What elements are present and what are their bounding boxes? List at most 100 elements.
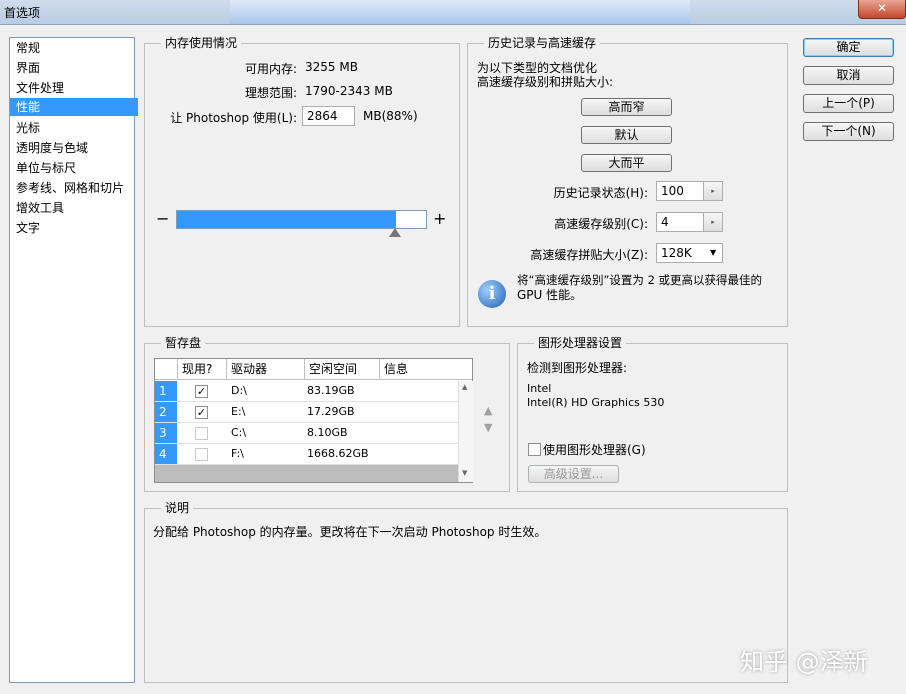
row-drive: F:\ [231, 447, 244, 460]
cache-tile-size-value: 128K [661, 246, 692, 260]
close-button[interactable]: ✕ [858, 0, 906, 19]
header-active: 现用? [178, 359, 227, 379]
cache-intro-line2: 高速缓存级别和拼贴大小: [477, 75, 614, 89]
info-text-line2: GPU 性能。 [517, 288, 583, 302]
cache-levels-label: 高速缓存级别(C): [554, 217, 648, 231]
cache-tile-size-select[interactable]: 128K ▼ [656, 243, 723, 263]
row-active-checkbox[interactable] [195, 448, 208, 461]
table-header: 现用? 驱动器 空闲空间 信息 [155, 359, 472, 380]
row-free-space: 1668.62GB [307, 447, 369, 460]
row-free-space: 17.29GB [307, 405, 355, 418]
row-number: 3 [155, 423, 177, 443]
sidebar-item-guides-grid[interactable]: 参考线、网格和切片 [14, 179, 134, 197]
history-states-input[interactable]: 100 [656, 181, 706, 201]
cache-tile-size-label: 高速缓存拼贴大小(Z): [530, 248, 648, 262]
gpu-settings-group: 图形处理器设置 检测到图形处理器: Intel Intel(R) HD Grap… [517, 336, 788, 492]
memory-use-input[interactable]: 2864 [302, 106, 355, 126]
row-active-checkbox[interactable]: ✓ [195, 385, 208, 398]
close-icon: ✕ [876, 1, 888, 15]
memory-slider-thumb[interactable] [389, 228, 401, 237]
table-scrollbar[interactable]: ▲ ▼ [458, 381, 473, 482]
info-icon: i [478, 280, 506, 308]
sidebar-item-plugins[interactable]: 增效工具 [14, 199, 134, 217]
title-bar-glow [230, 0, 690, 24]
row-free-space: 8.10GB [307, 426, 348, 439]
table-row[interactable]: 4 F:\ 1668.62GB [155, 444, 458, 465]
history-states-label: 历史记录状态(H): [553, 186, 648, 200]
let-photoshop-use-label: 让 Photoshop 使用(L): [170, 111, 297, 125]
sidebar-item-units-rulers[interactable]: 单位与标尺 [14, 159, 134, 177]
ideal-range-label: 理想范围: [244, 86, 297, 100]
history-cache-group: 历史记录与高速缓存 为以下类型的文档优化 高速缓存级别和拼贴大小: 高而窄 默认… [467, 36, 788, 327]
next-button[interactable]: 下一个(N) [803, 122, 894, 141]
big-flat-button[interactable]: 大而平 [581, 154, 672, 172]
window-title: 首选项 [4, 6, 41, 20]
header-free-space: 空闲空间 [305, 359, 380, 379]
watermark: 知乎 @泽新 [740, 648, 868, 676]
row-drive: D:\ [231, 384, 247, 397]
memory-usage-label: 内存使用情况 [161, 36, 242, 50]
header-info: 信息 [384, 362, 409, 376]
move-up-icon[interactable]: ▲ [484, 404, 492, 417]
memory-slider-track[interactable] [176, 210, 427, 229]
scroll-up-icon[interactable]: ▲ [462, 383, 467, 391]
sidebar-item-file-handling[interactable]: 文件处理 [14, 79, 134, 97]
chevron-down-icon: ▼ [710, 248, 717, 257]
row-free-space: 83.19GB [307, 384, 355, 397]
row-active-checkbox[interactable]: ✓ [195, 406, 208, 419]
tall-thin-button[interactable]: 高而窄 [581, 98, 672, 116]
sidebar: 常规 界面 文件处理 性能 光标 透明度与色域 单位与标尺 参考线、网格和切片 … [9, 37, 138, 683]
description-label: 说明 [161, 501, 194, 515]
ideal-range-value: 1790-2343 MB [305, 84, 393, 98]
row-active-checkbox[interactable] [195, 427, 208, 440]
table-row[interactable]: 3 C:\ 8.10GB [155, 423, 458, 444]
memory-slider-fill [177, 211, 396, 228]
use-gpu-checkbox[interactable] [528, 443, 541, 456]
gpu-settings-label: 图形处理器设置 [534, 336, 627, 350]
row-number: 4 [155, 444, 177, 464]
description-group: 说明 分配给 Photoshop 的内存量。更改将在下一次启动 Photosho… [144, 501, 788, 683]
gpu-model: Intel(R) HD Graphics 530 [527, 396, 665, 409]
row-drive: C:\ [231, 426, 247, 439]
use-gpu-label[interactable]: 使用图形处理器(G) [543, 441, 646, 458]
memory-usage-group: 内存使用情况 可用内存: 3255 MB 理想范围: 1790-2343 MB … [144, 36, 460, 327]
cache-levels-input[interactable]: 4 [656, 212, 706, 232]
default-button[interactable]: 默认 [581, 126, 672, 144]
header-row-number [155, 359, 178, 379]
available-memory-label: 可用内存: [244, 62, 297, 76]
scratch-disks-table: 现用? 驱动器 空闲空间 信息 1 ✓ D:\ 83.19GB 2 ✓ E:\ 17.29GB… [154, 358, 473, 483]
gpu-vendor: Intel [527, 382, 552, 395]
table-empty-area [155, 465, 458, 482]
cancel-button[interactable]: 取消 [803, 66, 894, 85]
row-number: 2 [155, 402, 177, 422]
table-row[interactable]: 2 ✓ E:\ 17.29GB [155, 402, 458, 423]
cache-levels-spin-icon[interactable]: ▸ [703, 212, 723, 232]
memory-use-unit: MB(88%) [363, 109, 418, 123]
gpu-detected-label: 检测到图形处理器: [527, 361, 628, 375]
available-memory-value: 3255 MB [305, 60, 358, 74]
prev-button[interactable]: 上一个(P) [803, 94, 894, 113]
check-icon: ✓ [196, 406, 207, 419]
scratch-disks-group: 暂存盘 现用? 驱动器 空闲空间 信息 1 ✓ D:\ 83.19GB 2 ✓ E:\ 17.… [144, 336, 510, 492]
history-cache-label: 历史记录与高速缓存 [484, 36, 601, 50]
sidebar-item-transparency[interactable]: 透明度与色域 [14, 139, 134, 157]
scroll-down-icon[interactable]: ▼ [462, 469, 467, 477]
table-row[interactable]: 1 ✓ D:\ 83.19GB [155, 381, 458, 402]
table-body: 1 ✓ D:\ 83.19GB 2 ✓ E:\ 17.29GB 3 C:\ 8.10GB 4 F:\ 16… [155, 381, 458, 465]
sidebar-item-interface[interactable]: 界面 [14, 59, 134, 77]
sidebar-item-performance[interactable]: 性能 [10, 98, 138, 116]
sidebar-item-type[interactable]: 文字 [14, 219, 134, 237]
scratch-disks-label: 暂存盘 [161, 336, 206, 350]
row-number: 1 [155, 381, 177, 401]
ok-button[interactable]: 确定 [803, 38, 894, 57]
sidebar-item-cursors[interactable]: 光标 [14, 119, 134, 137]
move-down-icon[interactable]: ▼ [484, 421, 492, 434]
description-text: 分配给 Photoshop 的内存量。更改将在下一次启动 Photoshop 时… [153, 525, 547, 539]
title-bar: 首选项 ✕ [0, 0, 906, 25]
check-icon: ✓ [196, 385, 207, 398]
history-states-spin-icon[interactable]: ▸ [703, 181, 723, 201]
slider-plus-icon[interactable]: + [433, 209, 446, 228]
advanced-settings-button[interactable]: 高级设置... [528, 465, 619, 483]
sidebar-item-general[interactable]: 常规 [14, 39, 134, 57]
slider-minus-icon[interactable]: − [156, 209, 169, 228]
